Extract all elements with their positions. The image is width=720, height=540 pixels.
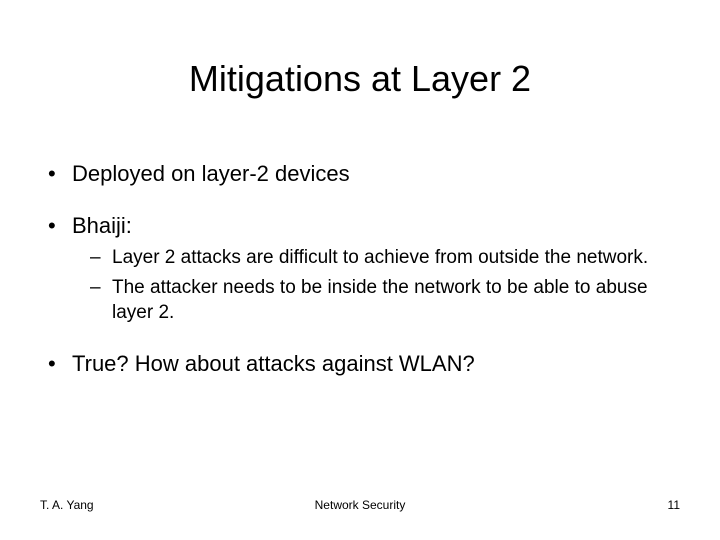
sub-bullet-text: The attacker needs to be inside the netw… [112, 277, 648, 324]
footer: T. A. Yang Network Security 11 [40, 498, 680, 512]
bullet-item: True? How about attacks against WLAN? [48, 350, 676, 378]
slide-title: Mitigations at Layer 2 [0, 58, 720, 100]
footer-title: Network Security [40, 498, 680, 512]
footer-page-number: 11 [668, 498, 680, 512]
bullet-list: Deployed on layer-2 devices Bhaiji: Laye… [48, 160, 676, 377]
sub-bullet-item: The attacker needs to be inside the netw… [90, 275, 676, 326]
slide-body: Deployed on layer-2 devices Bhaiji: Laye… [48, 160, 676, 401]
slide: Mitigations at Layer 2 Deployed on layer… [0, 0, 720, 540]
bullet-item: Deployed on layer-2 devices [48, 160, 676, 188]
sub-bullet-text: Layer 2 attacks are difficult to achieve… [112, 247, 648, 268]
footer-author: T. A. Yang [40, 498, 94, 512]
sub-bullet-list: Layer 2 attacks are difficult to achieve… [90, 245, 676, 326]
bullet-item: Bhaiji: Layer 2 attacks are difficult to… [48, 212, 676, 326]
bullet-text: Deployed on layer-2 devices [72, 161, 350, 186]
sub-bullet-item: Layer 2 attacks are difficult to achieve… [90, 245, 676, 271]
bullet-text: Bhaiji: [72, 213, 132, 238]
bullet-text: True? How about attacks against WLAN? [72, 351, 475, 376]
